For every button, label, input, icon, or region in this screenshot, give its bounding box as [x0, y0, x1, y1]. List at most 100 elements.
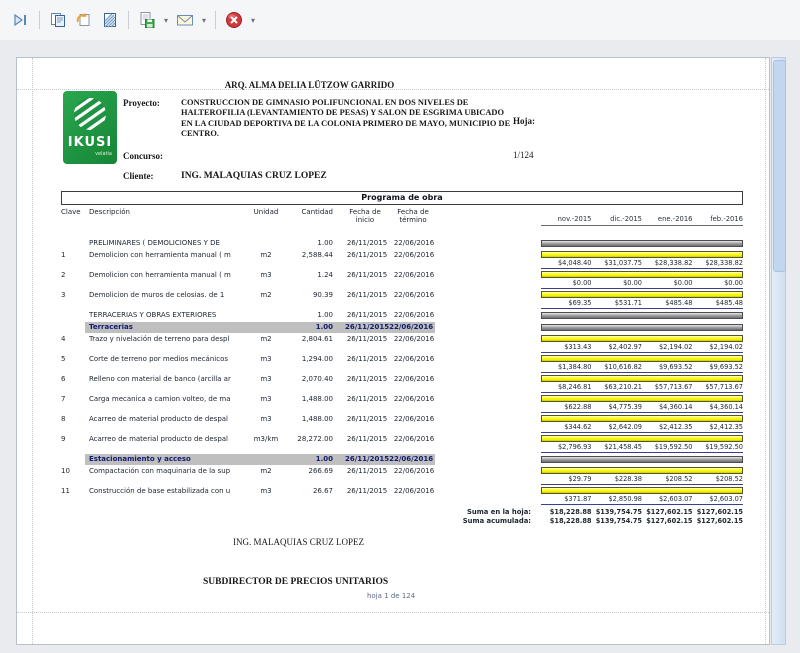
gantt-bar-yellow	[541, 251, 743, 258]
month-amount: $0.00	[642, 280, 693, 287]
table-row: 6Relleno con material de banco (arcilla …	[61, 374, 743, 394]
row-start-date: 26/11/2015	[345, 375, 389, 383]
row-unit: m3	[249, 487, 283, 495]
month-amount: $313.43	[541, 344, 592, 351]
row-description: Demolicion con herramienta manual ( m	[89, 251, 249, 259]
row-unit: m2	[249, 291, 283, 299]
row-clave: 4	[61, 335, 85, 343]
table-row: 5Corte de terreno por medios mecánicosm3…	[61, 354, 743, 374]
col-fecha-inicio: Fecha de inicio	[345, 208, 385, 224]
gantt-bar-yellow	[541, 415, 743, 422]
row-description: Carga mecanica a camion volteo, de ma	[89, 395, 249, 403]
cliente-label: Cliente:	[123, 171, 154, 181]
save-export-button[interactable]	[135, 8, 159, 32]
month-label: nov.-2015	[541, 215, 592, 223]
toolbar-separator	[215, 11, 216, 29]
month-amount: $4,360.14	[642, 404, 693, 411]
month-amount: $4,048.40	[541, 260, 592, 267]
export-group-icon	[49, 11, 67, 29]
gantt-bar-yellow	[541, 355, 743, 362]
month-header: nov.-2015 dic.-2015 ene.-2016 feb.-2016	[541, 205, 743, 226]
suma-acumulada-amount: $127,602.15	[642, 517, 693, 525]
signature-title: SUBDIRECTOR DE PRECIOS UNITARIOS	[203, 577, 388, 587]
row-unit: m3	[249, 271, 283, 279]
table-row: 8Acarreo de material producto de despalm…	[61, 414, 743, 434]
gantt-cell	[541, 310, 743, 322]
email-dropdown[interactable]: ▾	[198, 16, 210, 25]
row-end-date: 22/06/2016	[391, 251, 437, 259]
programa-table: Programa de obra Clave Descripción Unida…	[61, 191, 743, 526]
month-amounts: $622.88$4,775.39$4,360.14$4,360.14	[541, 404, 743, 411]
gantt-bar-gray	[541, 324, 743, 331]
month-amount: $29.79	[541, 476, 592, 483]
logo-brand: IKUSI	[63, 135, 117, 150]
subsection-row: Estacionamiento y acceso1.0026/11/201522…	[61, 454, 743, 466]
month-amount: $2,194.02	[693, 344, 744, 351]
toolbar: ▾ ▾ ▾	[0, 0, 800, 40]
row-unit: m3	[249, 355, 283, 363]
row-end-date: 22/06/2016	[391, 487, 437, 495]
close-button[interactable]	[222, 8, 246, 32]
row-clave: 8	[61, 415, 85, 423]
row-start-date: 26/11/2015	[345, 487, 389, 495]
month-amount: $2,642.09	[592, 424, 643, 431]
row-description: Demolicion con herramienta manual ( m	[89, 271, 249, 279]
suma-hoja-amount: $127,602.15	[642, 508, 693, 516]
section-row: TERRACERIAS Y OBRAS EXTERIORES1.0026/11/…	[61, 310, 743, 322]
email-button[interactable]	[173, 8, 197, 32]
close-dropdown[interactable]: ▾	[247, 16, 259, 25]
row-clave: 1	[61, 251, 85, 259]
scrollbar-thumb[interactable]	[773, 60, 786, 272]
row-description: Demolicion de muros de celosias. de 1	[89, 291, 249, 299]
row-unit: m2	[249, 251, 283, 259]
row-start-date: 26/11/2015	[345, 239, 389, 247]
gantt-cell: $29.79$228.38$208.52$208.52	[541, 466, 743, 485]
month-amount: $2,194.02	[642, 344, 693, 351]
print-setup-button[interactable]	[98, 8, 122, 32]
gantt-bar-yellow	[541, 467, 743, 474]
month-amount: $228.38	[592, 476, 643, 483]
row-unit: m3	[249, 395, 283, 403]
row-description: Relleno con material de banco (arcilla a…	[89, 375, 249, 383]
row-quantity: 90.39	[283, 291, 333, 299]
month-amount: $4,360.14	[693, 404, 744, 411]
row-start-date: 26/11/2015	[345, 311, 389, 319]
month-amount: $485.48	[693, 300, 744, 307]
month-amount: $19,592.50	[642, 444, 693, 451]
suma-hoja-amount: $18,228.88	[541, 508, 592, 516]
margin-guide-bottom	[17, 612, 769, 613]
save-export-dropdown[interactable]: ▾	[160, 16, 172, 25]
row-start-date: 26/11/2015	[345, 435, 389, 443]
table-row: 9Acarreo de material producto de despalm…	[61, 434, 743, 454]
col-descripcion: Descripción	[89, 208, 130, 216]
gantt-bar-gray	[541, 240, 743, 247]
architect-title: ARQ. ALMA DELIA LÜTZOW GARRIDO	[137, 80, 482, 90]
margin-guide-left	[32, 58, 33, 644]
hoja-value: 1/124	[513, 150, 534, 160]
month-amount: $9,693.52	[642, 364, 693, 371]
month-amount: $0.00	[693, 280, 744, 287]
month-label: dic.-2015	[592, 215, 643, 223]
suma-acumulada-values: $18,228.88 $139,754.75 $127,602.15 $127,…	[541, 517, 743, 525]
month-amount: $485.48	[642, 300, 693, 307]
gantt-bar-yellow	[541, 395, 743, 402]
vertical-scrollbar[interactable]	[771, 57, 786, 645]
export-group-button[interactable]	[46, 8, 70, 32]
row-description: Construcción de base estabilizada con u	[89, 487, 249, 495]
row-clave: 10	[61, 467, 85, 475]
signature-name: ING. MALAQUIAS CRUZ LOPEZ	[233, 537, 364, 547]
gantt-bar-gray	[541, 456, 743, 463]
refresh-button[interactable]	[72, 8, 96, 32]
month-amount: $208.52	[693, 476, 744, 483]
month-amount: $2,850.98	[592, 496, 643, 503]
row-description: Acarreo de material producto de despal	[89, 415, 249, 423]
month-amount: $531.71	[592, 300, 643, 307]
hoja-label: Hoja:	[513, 116, 535, 126]
row-dates: 26/11/201522/06/2016	[345, 455, 441, 463]
month-amount: $21,458.45	[592, 444, 643, 451]
gantt-cell	[541, 322, 743, 334]
navigate-button[interactable]	[9, 8, 33, 32]
concurso-label: Concurso:	[123, 151, 163, 161]
month-amount: $19,592.50	[693, 444, 744, 451]
row-clave: 9	[61, 435, 85, 443]
